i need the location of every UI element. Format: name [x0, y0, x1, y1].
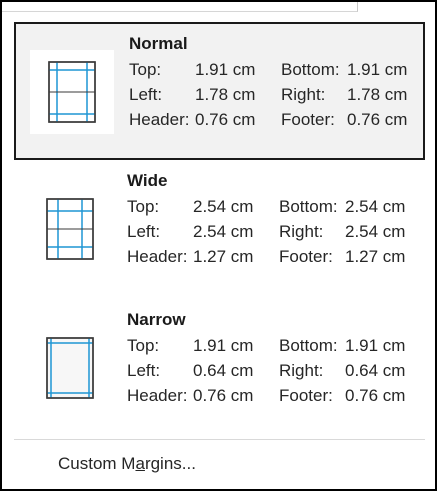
right-label: Right: — [281, 85, 326, 104]
right-value: 0.64 cm — [345, 361, 406, 380]
footer-value: 1.27 cm — [345, 247, 406, 266]
bottom-value: 2.54 cm — [345, 197, 406, 216]
margin-option-wide[interactable]: Wide Top: 2.54 cm Bottom: 2.54 cm Left: … — [14, 161, 425, 299]
left-value: 1.78 cm — [195, 85, 256, 104]
margin-option-narrow[interactable]: Narrow Top: 1.91 cm Bottom: 1.91 cm Left… — [14, 300, 425, 438]
header-value: 1.27 cm — [193, 247, 254, 266]
normal-margins-icon — [30, 50, 114, 134]
header-value: 0.76 cm — [195, 110, 256, 129]
option-title: Wide — [127, 171, 168, 190]
bottom-value: 1.91 cm — [345, 336, 406, 355]
left-value: 2.54 cm — [193, 222, 254, 241]
custom-margins-accelerator: a — [135, 454, 145, 473]
margins-menu: Normal Top: 1.91 cm Bottom: 1.91 cm Left… — [0, 0, 437, 491]
custom-margins-label-start: Custom M — [58, 454, 136, 473]
bottom-label: Bottom: — [279, 336, 338, 355]
header-value: 0.76 cm — [193, 386, 254, 405]
top-label: Top: — [127, 336, 160, 355]
header-label: Header: — [129, 110, 190, 129]
margin-option-normal[interactable]: Normal Top: 1.91 cm Bottom: 1.91 cm Left… — [14, 22, 425, 160]
right-value: 1.78 cm — [347, 85, 408, 104]
ribbon-edge — [2, 2, 358, 12]
footer-value: 0.76 cm — [345, 386, 406, 405]
custom-margins-item[interactable]: Custom Margins... — [58, 454, 318, 478]
header-label: Header: — [127, 247, 188, 266]
right-label: Right: — [279, 361, 324, 380]
bottom-label: Bottom: — [281, 60, 340, 79]
left-value: 0.64 cm — [193, 361, 254, 380]
top-value: 2.54 cm — [193, 197, 254, 216]
left-label: Left: — [127, 361, 161, 380]
top-label: Top: — [127, 197, 160, 216]
bottom-value: 1.91 cm — [347, 60, 408, 79]
option-title: Normal — [129, 34, 188, 53]
bottom-label: Bottom: — [279, 197, 338, 216]
footer-label: Footer: — [279, 247, 333, 266]
narrow-margins-icon — [28, 326, 112, 410]
top-label: Top: — [129, 60, 162, 79]
footer-label: Footer: — [281, 110, 335, 129]
left-label: Left: — [127, 222, 161, 241]
top-value: 1.91 cm — [193, 336, 254, 355]
wide-margins-icon — [28, 187, 112, 271]
custom-margins-label-end: rgins... — [144, 454, 196, 473]
footer-label: Footer: — [279, 386, 333, 405]
left-label: Left: — [129, 85, 163, 104]
top-value: 1.91 cm — [195, 60, 256, 79]
header-label: Header: — [127, 386, 188, 405]
right-value: 2.54 cm — [345, 222, 406, 241]
option-title: Narrow — [127, 310, 186, 329]
menu-divider — [14, 439, 425, 440]
footer-value: 0.76 cm — [347, 110, 408, 129]
right-label: Right: — [279, 222, 324, 241]
